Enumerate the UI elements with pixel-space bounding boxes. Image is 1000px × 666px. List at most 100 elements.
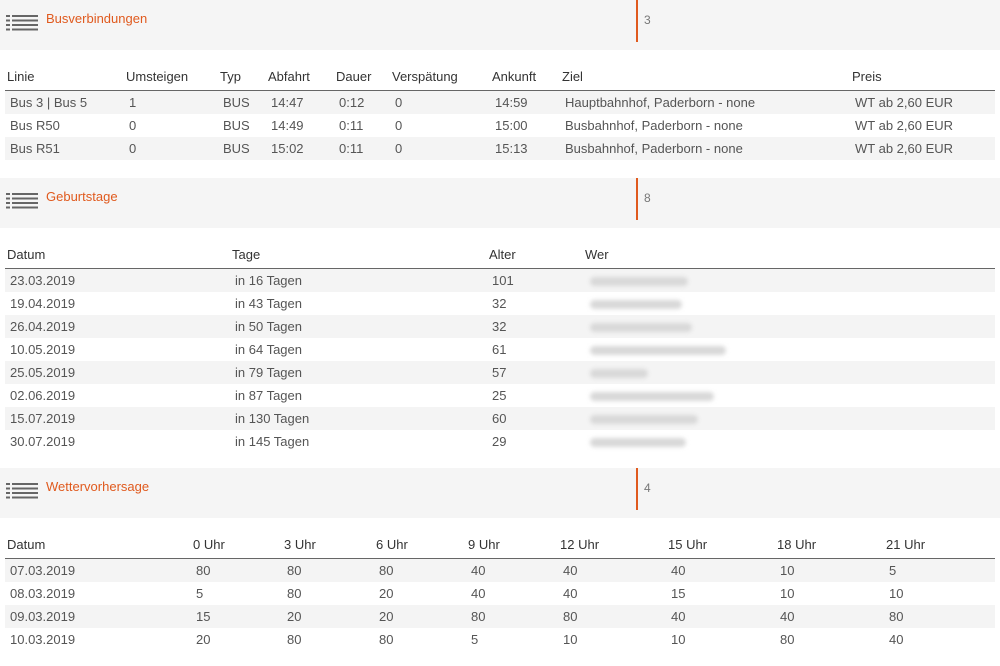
redacted-name	[583, 384, 995, 407]
column-header[interactable]: Dauer	[334, 50, 390, 91]
column-header[interactable]: Abfahrt	[266, 50, 334, 91]
table-cell: 80	[884, 605, 995, 628]
panel-title[interactable]: Geburtstage	[46, 189, 118, 204]
redacted-name	[583, 430, 995, 453]
table-cell: 0:11	[339, 118, 364, 133]
table-cell: 0	[129, 118, 137, 133]
column-header[interactable]: 15 Uhr	[666, 518, 775, 559]
column-header[interactable]: 12 Uhr	[558, 518, 666, 559]
table-cell: 10	[780, 586, 795, 601]
table-cell: Bus 3 | Bus 5	[5, 90, 124, 114]
table-row[interactable]: 09.03.2019 15 20 20 80 80 40 40 80	[5, 605, 995, 628]
weather-table: Datum 0 Uhr 3 Uhr 6 Uhr 9 Uhr 12 Uhr 15 Uhr 18 …	[5, 518, 995, 651]
table-row[interactable]: 19.04.2019 in 43 Tagen 32	[5, 292, 995, 315]
table-cell: 80	[282, 558, 374, 582]
redacted-name	[583, 315, 995, 338]
table-cell: in 16 Tagen	[230, 268, 487, 292]
birthdays-table: Datum Tage Alter Wer 23.03.2019 in 16 Tagen 1…	[5, 228, 995, 453]
table-row[interactable]: 30.07.2019 in 145 Tagen 29	[5, 430, 995, 453]
redacted-name	[583, 292, 995, 315]
table-cell: 0:12	[334, 90, 390, 114]
table-cell: 40	[666, 558, 775, 582]
panel-title[interactable]: Wettervorhersage	[46, 479, 149, 494]
table-cell: WT ab 2,60 EUR	[855, 118, 954, 133]
table-cell: 26.04.2019	[5, 315, 230, 338]
table-cell: 10	[671, 632, 686, 647]
item-count: 8	[644, 191, 651, 205]
table-row[interactable]: 25.05.2019 in 79 Tagen 57	[5, 361, 995, 384]
column-header[interactable]: 21 Uhr	[884, 518, 995, 559]
column-header[interactable]: Ziel	[560, 50, 850, 91]
table-cell: 80	[379, 632, 394, 647]
table-cell: 30.07.2019	[10, 434, 76, 449]
table-row[interactable]: 08.03.2019 5 80 20 40 40 15 10 10	[5, 582, 995, 605]
table-cell: 60	[487, 407, 583, 430]
table-cell: 0	[395, 118, 403, 133]
column-header[interactable]: Umsteigen	[124, 50, 218, 91]
column-header[interactable]: 9 Uhr	[466, 518, 558, 559]
table-cell: 32	[487, 315, 583, 338]
column-header[interactable]: Preis	[850, 50, 995, 91]
table-cell: 07.03.2019	[5, 558, 191, 582]
column-header[interactable]: Tage	[230, 228, 487, 269]
table-row[interactable]: 07.03.2019 80 80 80 40 40 40 10 5	[5, 558, 995, 582]
column-header[interactable]: Verspätung	[390, 50, 490, 91]
table-cell: 80	[780, 632, 795, 647]
table-cell: 10	[775, 558, 884, 582]
column-header[interactable]: Linie	[5, 50, 124, 91]
table-row[interactable]: 26.04.2019 in 50 Tagen 32	[5, 315, 995, 338]
table-cell: WT ab 2,60 EUR	[850, 137, 995, 160]
table-cell: 0:11	[334, 137, 390, 160]
table-cell: 10.03.2019	[10, 632, 76, 647]
table-cell: 80	[558, 605, 666, 628]
table-row[interactable]: Bus 3 | Bus 5 1 BUS 14:47 0:12 0 14:59 Hauptbah…	[5, 90, 995, 114]
table-cell: 40	[775, 605, 884, 628]
table-row[interactable]: 10.03.2019 20 80 80 5 10 10 80 40	[5, 628, 995, 651]
table-cell: 40	[471, 586, 486, 601]
table-cell: in 43 Tagen	[235, 296, 302, 311]
table-cell: 14:47	[266, 90, 334, 114]
column-header[interactable]: 0 Uhr	[191, 518, 282, 559]
table-cell: WT ab 2,60 EUR	[850, 90, 995, 114]
table-row[interactable]: 10.05.2019 in 64 Tagen 61	[5, 338, 995, 361]
table-cell: 101	[487, 268, 583, 292]
list-icon	[6, 15, 38, 31]
table-cell: in 145 Tagen	[235, 434, 310, 449]
table-cell: 80	[374, 558, 466, 582]
table-cell: 15	[191, 605, 282, 628]
column-header[interactable]: 18 Uhr	[775, 518, 884, 559]
table-cell: Hauptbahnhof, Paderborn - none	[560, 90, 850, 114]
table-cell: 08.03.2019	[10, 586, 76, 601]
table-cell: in 64 Tagen	[235, 342, 302, 357]
panel-title[interactable]: Busverbindungen	[46, 11, 147, 26]
table-cell: 0	[124, 137, 218, 160]
table-cell: Busbahnhof, Paderborn - none	[565, 118, 743, 133]
table-cell: 20	[379, 586, 394, 601]
panel-header-geburtstage: Geburtstage 8	[0, 178, 1000, 228]
table-cell: 40	[666, 605, 775, 628]
table-cell: 20	[196, 632, 211, 647]
column-header[interactable]: Ankunft	[490, 50, 560, 91]
table-cell: 5	[196, 586, 204, 601]
redacted-name	[583, 361, 995, 384]
column-header[interactable]: 6 Uhr	[374, 518, 466, 559]
table-cell: 14:49	[271, 118, 304, 133]
table-row[interactable]: 02.06.2019 in 87 Tagen 25	[5, 384, 995, 407]
list-icon	[6, 193, 38, 209]
table-cell: Bus R51	[5, 137, 124, 160]
column-header[interactable]: Wer	[583, 228, 995, 269]
table-row[interactable]: Bus R50 0 BUS 14:49 0:11 0 15:00 Busbahnhof, Pa…	[5, 114, 995, 137]
column-header[interactable]: Typ	[218, 50, 266, 91]
table-row[interactable]: 23.03.2019 in 16 Tagen 101	[5, 268, 995, 292]
column-header[interactable]: Datum	[5, 228, 230, 269]
table-cell: 15:02	[266, 137, 334, 160]
column-header[interactable]: Datum	[5, 518, 191, 559]
table-cell: 20	[374, 605, 466, 628]
column-header[interactable]: 3 Uhr	[282, 518, 374, 559]
table-row[interactable]: 15.07.2019 in 130 Tagen 60	[5, 407, 995, 430]
table-row[interactable]: Bus R51 0 BUS 15:02 0:11 0 15:13 Busbahnhof, Pa…	[5, 137, 995, 160]
column-header[interactable]: Alter	[487, 228, 583, 269]
table-cell: in 79 Tagen	[230, 361, 487, 384]
table-cell: 0	[390, 90, 490, 114]
redacted-name	[583, 407, 995, 430]
